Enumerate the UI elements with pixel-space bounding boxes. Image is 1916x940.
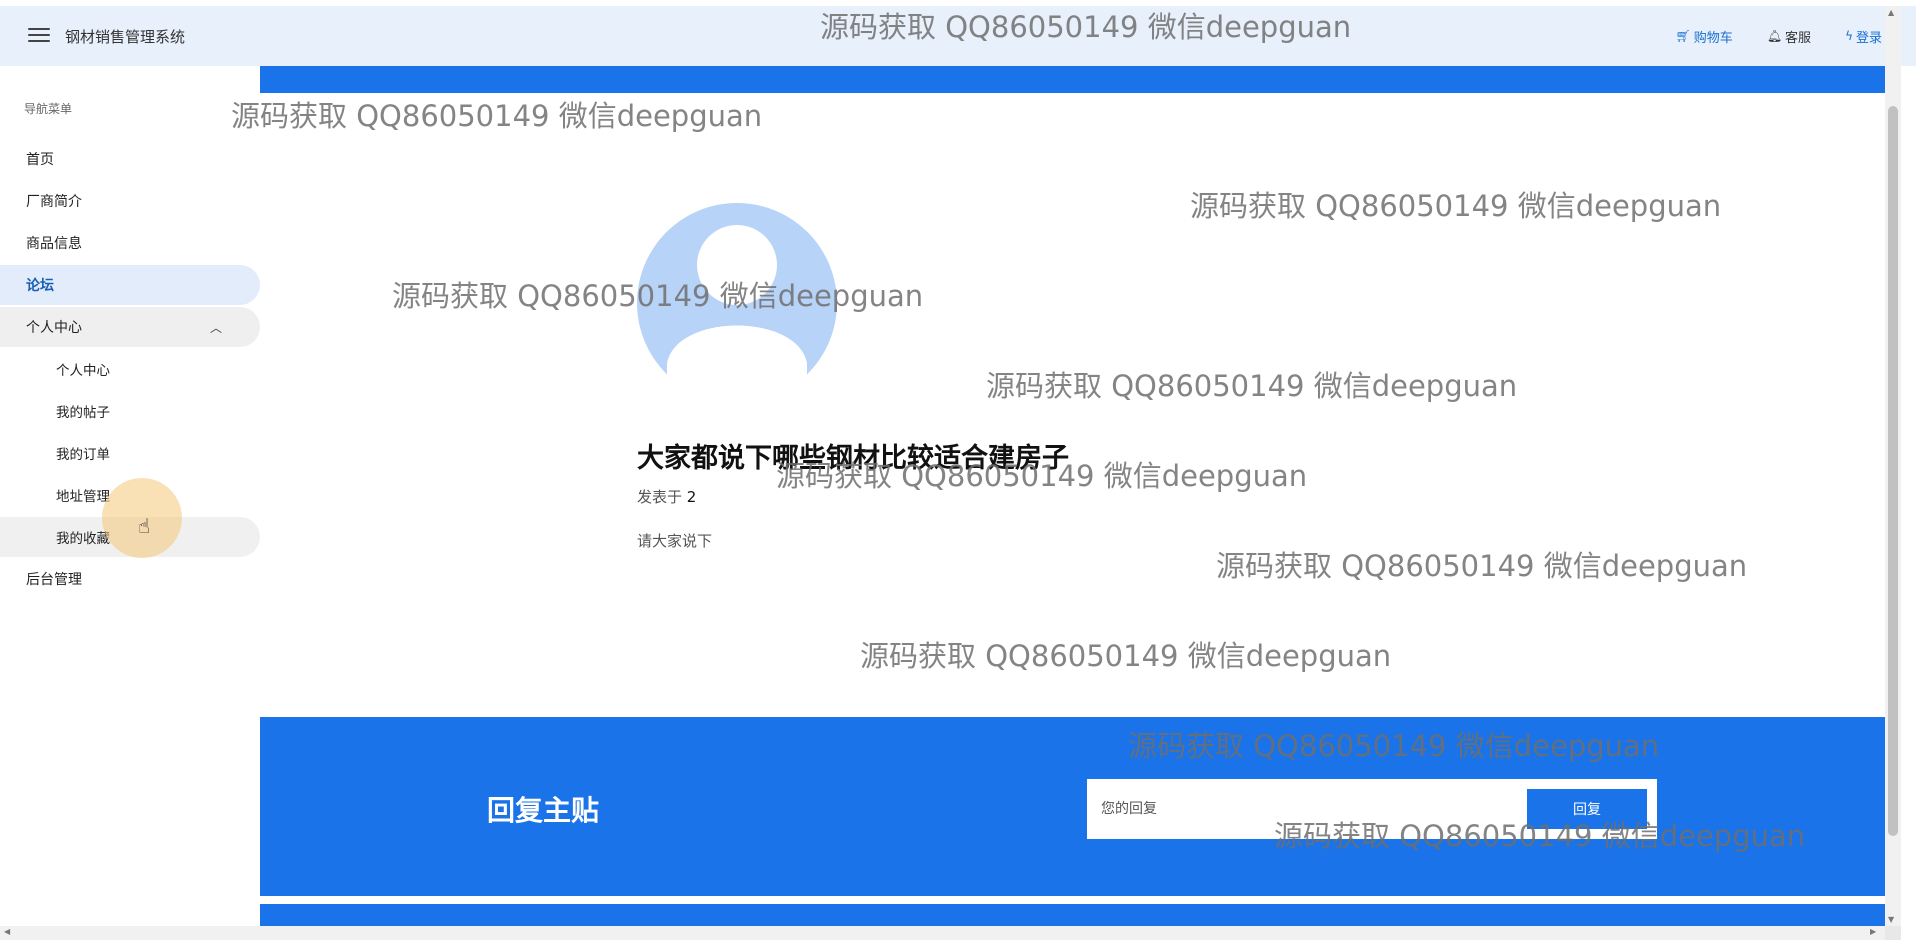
sidebar-item-label: 地址管理 — [56, 489, 110, 505]
user-avatar-icon — [637, 203, 837, 403]
post-title: 大家都说下哪些钢材比较适合建房子 — [637, 443, 1069, 474]
sidebar-item-products[interactable]: 商品信息 — [0, 223, 260, 263]
scroll-down-icon[interactable]: ▼ — [1888, 915, 1894, 924]
sidebar-item-label: 论坛 — [26, 278, 54, 294]
scroll-left-icon[interactable]: ◀ — [4, 927, 10, 936]
post-meta-value: 2 — [686, 488, 697, 506]
sidebar-item-personal-center[interactable]: 个人中心 — [0, 349, 260, 389]
service-label: 客服 — [1785, 30, 1812, 46]
sidebar-item-admin[interactable]: 后台管理 — [0, 559, 260, 599]
sidebar-item-manufacturer[interactable]: 厂商简介 — [0, 181, 260, 221]
login-link[interactable]: ϟ 登录 — [1845, 27, 1882, 46]
hamburger-icon[interactable] — [28, 28, 50, 44]
top-header: 钢材销售管理系统 🛒︎ 购物车 🔔︎ 客服 ϟ 登录 — [0, 6, 1916, 66]
hand-cursor-icon: ☝ — [138, 514, 151, 538]
post-body: 请大家说下 — [637, 532, 713, 550]
sidebar-item-label: 后台管理 — [26, 572, 82, 588]
cart-link[interactable]: 🛒︎ 购物车 — [1676, 27, 1733, 46]
sidebar-item-my-posts[interactable]: 我的帖子 — [0, 391, 260, 431]
sidebar-item-label: 个人中心 — [56, 363, 110, 379]
chevron-up-icon: ︿ — [209, 321, 222, 335]
sidebar-item-home[interactable]: 首页 — [0, 139, 260, 179]
sidebar-item-label: 商品信息 — [26, 236, 82, 252]
cart-label: 购物车 — [1693, 30, 1733, 46]
scroll-up-icon[interactable]: ▲ — [1888, 8, 1894, 17]
horizontal-scrollbar[interactable]: ◀ ▶ — [0, 926, 1885, 940]
post-meta-prefix: 发表于 — [637, 488, 683, 506]
header-nav: 🛒︎ 购物车 🔔︎ 客服 ϟ 登录 — [1676, 6, 1916, 66]
scrollbar-thumb[interactable] — [1888, 106, 1898, 836]
sidebar-item-label: 个人中心 — [26, 320, 82, 336]
vertical-scrollbar[interactable]: ▲ ▼ — [1885, 6, 1901, 926]
sidebar-item-label: 我的订单 — [56, 447, 110, 463]
sidebar-item-label: 厂商简介 — [26, 194, 82, 210]
scrollbar-corner — [1885, 926, 1901, 940]
sidebar-item-my-orders[interactable]: 我的订单 — [0, 433, 260, 473]
post-meta: 发表于 2 — [637, 486, 696, 507]
lightning-icon: ϟ — [1845, 29, 1853, 43]
reply-section: 回复主贴 回复 — [260, 717, 1885, 896]
reply-button[interactable]: 回复 — [1527, 789, 1647, 829]
bell-icon: 🔔︎ — [1766, 29, 1783, 43]
top-banner-strip — [260, 66, 1885, 93]
reply-heading: 回复主贴 — [487, 794, 600, 827]
sidebar-item-label: 首页 — [26, 152, 54, 168]
main-content: 大家都说下哪些钢材比较适合建房子 发表于 2 请大家说下 回复主贴 回复 — [260, 66, 1885, 930]
sidebar-item-forum[interactable]: 论坛 — [0, 265, 260, 305]
reply-form: 回复 — [1087, 779, 1657, 839]
sidebar-item-label: 我的收藏 — [56, 531, 110, 547]
reply-input[interactable] — [1087, 779, 1527, 839]
sidebar-item-label: 我的帖子 — [56, 405, 110, 421]
cart-icon: 🛒︎ — [1675, 29, 1691, 43]
sidebar-section-label: 导航菜单 — [24, 102, 73, 116]
scroll-right-icon[interactable]: ▶ — [1870, 927, 1876, 936]
login-label: 登录 — [1855, 30, 1882, 46]
service-link[interactable]: 🔔︎ 客服 — [1767, 27, 1811, 46]
sidebar-group-personal-center[interactable]: 个人中心 ︿ — [0, 307, 260, 347]
app-title: 钢材销售管理系统 — [65, 28, 186, 46]
